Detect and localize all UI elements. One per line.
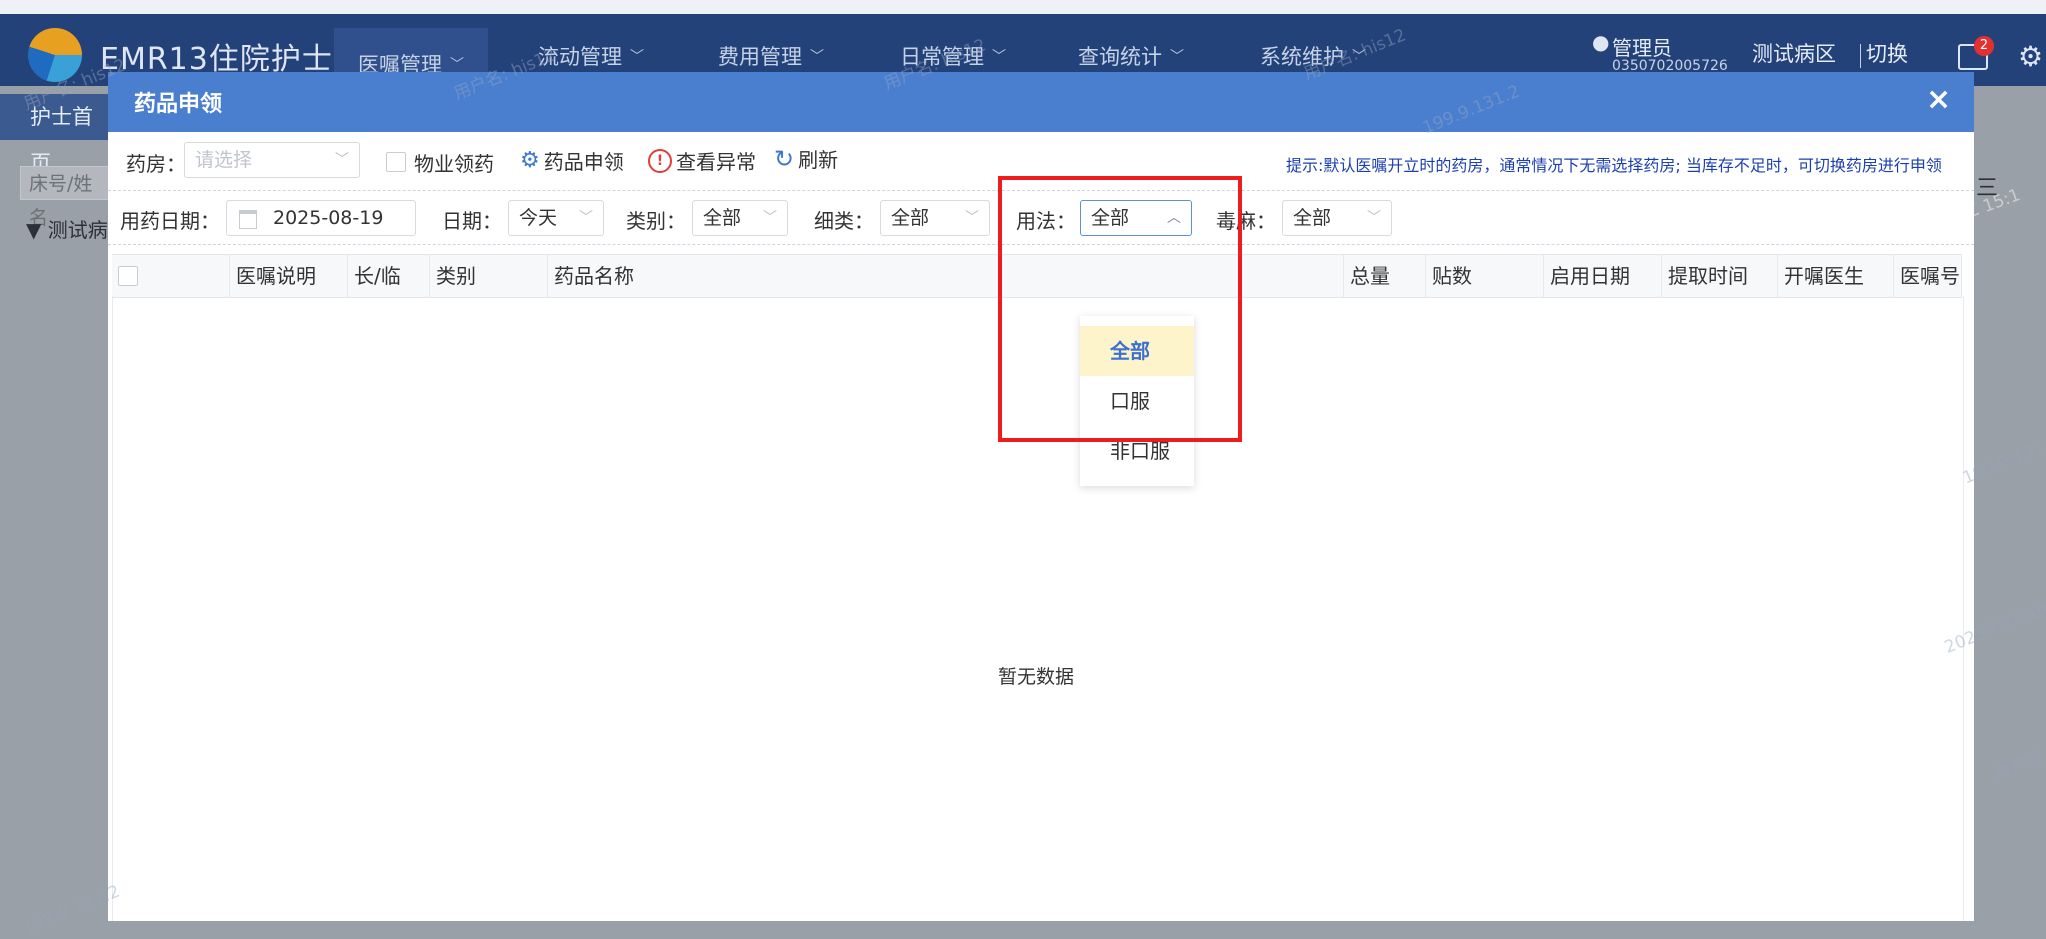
select-all-cell: [112, 255, 230, 297]
nav-label: 系统维护: [1260, 45, 1344, 69]
user-icon: ●: [1592, 30, 1610, 54]
col-start-date[interactable]: 启用日期: [1544, 255, 1662, 297]
notification-badge: 2: [1974, 36, 1994, 56]
dialog-title: 药品申领: [134, 92, 223, 117]
gear-icon: ⚙: [520, 148, 540, 173]
chevron-down-icon: ﹀: [335, 152, 349, 168]
triangle-down-icon: ▼: [26, 218, 48, 242]
select-value: 今天: [519, 207, 558, 229]
col-order-desc[interactable]: 医嘱说明: [230, 255, 348, 297]
close-icon[interactable]: ×: [1926, 82, 1951, 117]
use-date-value: 2025-08-19: [273, 207, 384, 229]
browser-top-strip: [0, 0, 2046, 14]
category-select[interactable]: 全部 ﹀: [692, 200, 788, 236]
nav-label: 日常管理: [900, 45, 984, 69]
use-date-label: 用药日期：: [120, 209, 220, 233]
subcategory-label: 细类：: [814, 209, 874, 233]
nav-menu-system[interactable]: 系统维护 ﹀: [1260, 36, 1366, 76]
check-abnormal-button[interactable]: ! 查看异常: [648, 146, 756, 175]
nav-label: 流动管理: [538, 45, 622, 69]
col-fetch-time[interactable]: 提取时间: [1662, 255, 1778, 297]
tab-nurse-home[interactable]: 护士首页: [0, 94, 108, 175]
nav-menu-flow[interactable]: 流动管理 ﹀: [538, 36, 644, 76]
user-name[interactable]: 管理员: [1612, 32, 1672, 61]
select-value: 全部: [1293, 207, 1332, 229]
bed-search-input[interactable]: 床号/姓名: [20, 166, 110, 229]
warning-icon: !: [648, 148, 672, 173]
gear-icon[interactable]: ⚙: [2018, 40, 2043, 73]
select-all-checkbox[interactable]: [118, 266, 138, 286]
drug-request-dialog: 药品申领 × 药房： 请选择 ﹀ 物业领药 ⚙ 药品申领 ! 查看异常 ↻ 刷新 提示…: [108, 72, 1974, 921]
calendar-icon: [239, 210, 257, 229]
highlight-box: [998, 176, 1242, 442]
pharmacy-select[interactable]: 请选择 ﹀: [184, 142, 360, 178]
property-checkbox[interactable]: [386, 152, 406, 172]
chevron-down-icon: ﹀: [763, 210, 777, 226]
hint-text: 提示:默认医嘱开立时的药房，通常情况下无需选择药房; 当库存不足时，可切换药房进…: [1286, 156, 1942, 175]
watermark: 用户名: his12: [1991, 725, 2046, 785]
nav-menu-fees[interactable]: 费用管理 ﹀: [718, 36, 824, 76]
empty-state-text: 暂无数据: [998, 666, 1075, 688]
select-value: 全部: [703, 207, 742, 229]
switch-ward-button[interactable]: 切换: [1866, 38, 1908, 68]
button-label: 刷新: [798, 148, 839, 172]
chevron-down-icon: ﹀: [1352, 49, 1366, 65]
category-label: 类别：: [626, 209, 686, 233]
date-label: 日期：: [442, 209, 502, 233]
nav-label: 费用管理: [718, 45, 802, 69]
chevron-down-icon: ﹀: [810, 49, 824, 65]
select-value: 全部: [891, 207, 930, 229]
divider: [1860, 44, 1861, 68]
refresh-icon: ↻: [774, 144, 795, 173]
button-label: 药品申领: [543, 150, 624, 174]
ward-name: 测试病区: [1752, 42, 1836, 66]
nav-menu-daily[interactable]: 日常管理 ﹀: [900, 36, 1006, 76]
col-category[interactable]: 类别: [430, 255, 548, 297]
button-label: 查看异常: [676, 150, 756, 174]
property-label: 物业领药: [414, 152, 494, 176]
date-select[interactable]: 今天 ﹀: [508, 200, 604, 236]
chevron-down-icon: ﹀: [579, 210, 593, 226]
apply-drug-button[interactable]: ⚙ 药品申领: [520, 146, 624, 175]
logo-icon: [28, 28, 82, 82]
chevron-down-icon: ﹀: [450, 57, 464, 73]
col-doctor[interactable]: 开嘱医生: [1778, 255, 1894, 297]
chevron-down-icon: ﹀: [630, 49, 644, 65]
nav-menu-stats[interactable]: 查询统计 ﹀: [1078, 36, 1184, 76]
select-placeholder: 请选择: [195, 149, 253, 171]
use-date-input[interactable]: 2025-08-19: [226, 200, 416, 236]
col-order-no[interactable]: 医嘱号: [1894, 255, 1962, 297]
col-total[interactable]: 总量: [1344, 255, 1426, 297]
dialog-header: 药品申领 ×: [108, 72, 1974, 132]
chevron-down-icon: ﹀: [965, 210, 979, 226]
pharmacy-label: 药房：: [126, 152, 186, 176]
chevron-down-icon: ﹀: [992, 49, 1006, 65]
poison-select[interactable]: 全部 ﹀: [1282, 200, 1392, 236]
chevron-down-icon: ﹀: [1170, 49, 1184, 65]
col-doses[interactable]: 贴数: [1426, 255, 1544, 297]
subcategory-select[interactable]: 全部 ﹀: [880, 200, 990, 236]
nav-label: 查询统计: [1078, 45, 1162, 69]
col-long-temp[interactable]: 长/临: [348, 255, 430, 297]
chevron-down-icon: ﹀: [1367, 210, 1381, 226]
refresh-button[interactable]: ↻ 刷新: [774, 144, 838, 173]
